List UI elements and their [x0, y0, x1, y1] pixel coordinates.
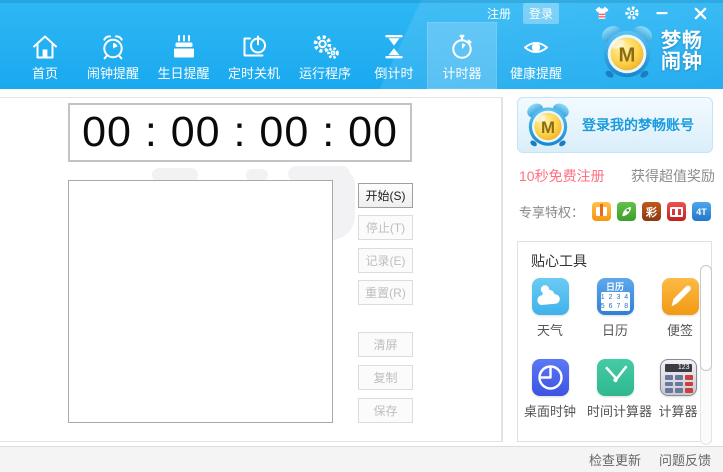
tab-alarm-reminder[interactable]: 闹钟提醒 [78, 22, 148, 89]
settings-gear-icon[interactable] [623, 4, 641, 22]
header: 注册 登录 首页 闹钟提醒 生日提醒 定时关机 运行程序 倒计时 计时器 健康提… [0, 0, 723, 89]
mengchang-clock-icon: M [601, 26, 653, 78]
tab-birthday-reminder[interactable]: 生日提醒 [148, 22, 219, 89]
titlebar: 注册 登录 [481, 2, 709, 24]
tool-desktop-clock[interactable]: 桌面时钟 [522, 359, 578, 420]
tool-weather[interactable]: 天气 [522, 278, 578, 339]
tab-label: 定时关机 [227, 66, 280, 81]
register-link[interactable]: 注册 [481, 3, 517, 24]
record-button[interactable]: 记录(E) [358, 248, 413, 273]
shutdown-icon [243, 35, 266, 57]
hourglass-icon [385, 35, 403, 59]
promo-row: 10秒免费注册 获得超值奖励 [519, 166, 715, 186]
stopwatch-icon [452, 34, 472, 59]
content-area: 00 : 00 : 00 : 00 开始(S) 停止(T) 记录(E) 重置(R… [0, 89, 723, 446]
rocket-green-icon[interactable] [617, 202, 637, 221]
tool-time-calculator[interactable]: 时间计算器 [587, 359, 653, 420]
weather-icon [531, 278, 569, 315]
reward-text: 获得超值奖励 [631, 168, 715, 184]
tool-label: 时间计算器 [587, 404, 653, 419]
tool-label: 日历 [601, 323, 628, 338]
clear-button[interactable]: 清屏 [358, 332, 413, 357]
tools-title: 贴心工具 [531, 253, 587, 269]
lap-record-list[interactable] [68, 180, 333, 423]
minimize-icon[interactable] [653, 4, 671, 22]
mengchang-clock-icon: M [527, 103, 569, 147]
divider [502, 97, 503, 442]
tab-countdown[interactable]: 倒计时 [361, 22, 427, 89]
svg-text:M: M [541, 118, 555, 137]
tool-label: 桌面时钟 [523, 404, 576, 419]
reset-button[interactable]: 重置(R) [358, 280, 413, 305]
notes-pencil-icon [661, 278, 699, 315]
app-window: 注册 登录 首页 闹钟提醒 生日提醒 定时关机 运行程序 倒计时 计时器 健康提… [0, 0, 723, 472]
handy-tools-panel: 贴心工具 天气 日历 1 2 3 4 5 6 7 8 日历 便签 桌面时钟 时间… [517, 241, 712, 442]
copy-button[interactable]: 复制 [358, 365, 413, 390]
tab-health-reminder[interactable]: 健康提醒 [497, 22, 575, 89]
tab-scheduled-shutdown[interactable]: 定时关机 [219, 22, 289, 89]
tab-label: 健康提醒 [509, 66, 562, 81]
privileges-label: 专享特权： [519, 205, 585, 220]
tab-label: 闹钟提醒 [86, 66, 139, 81]
tab-label: 计时器 [442, 66, 482, 81]
app-logo: M 梦畅 闹钟 [598, 23, 703, 81]
tool-label: 计算器 [658, 404, 698, 419]
home-icon [33, 35, 57, 59]
close-icon[interactable] [691, 4, 709, 22]
free-register-link[interactable]: 10秒免费注册 [519, 166, 605, 186]
tab-label: 运行程序 [298, 66, 351, 81]
gift-orange-icon[interactable] [592, 202, 612, 221]
calendar-icon: 日历 1 2 3 4 5 6 7 8 [596, 278, 634, 315]
login-link[interactable]: 登录 [522, 2, 559, 24]
save-button[interactable]: 保存 [358, 398, 413, 423]
start-button[interactable]: 开始(S) [358, 183, 413, 208]
check-update-link[interactable]: 检查更新 [589, 450, 641, 469]
tool-calendar[interactable]: 日历 1 2 3 4 5 6 7 8 日历 [587, 278, 643, 339]
account-login-button[interactable]: M 登录我的梦畅账号 [517, 97, 713, 153]
lottery-icon[interactable]: 彩 [642, 202, 662, 221]
cloud-4t-icon[interactable]: 4T [692, 202, 712, 221]
alarm-icon [103, 35, 123, 60]
time-calculator-icon [596, 359, 634, 396]
gears-icon [313, 35, 339, 59]
privileges-row: 专享特权： 彩 4T [519, 202, 717, 221]
calculator-icon: 123 [659, 359, 697, 396]
timer-display: 00 : 00 : 00 : 00 [68, 103, 412, 162]
status-bar: 检查更新 问题反馈 [0, 446, 723, 472]
stop-button[interactable]: 停止(T) [358, 215, 413, 240]
tab-label: 倒计时 [374, 66, 414, 81]
gift-red-icon[interactable] [667, 202, 687, 221]
tab-timer[interactable]: 计时器 [427, 22, 497, 89]
feedback-link[interactable]: 问题反馈 [659, 450, 711, 469]
tab-label: 生日提醒 [157, 66, 210, 81]
birthday-cake-icon [173, 35, 194, 58]
tool-calculator[interactable]: 123 计算器 [650, 359, 706, 420]
tab-label: 首页 [31, 66, 58, 81]
eye-icon [524, 42, 548, 53]
svg-text:M: M [619, 45, 636, 67]
login-account-label: 登录我的梦畅账号 [582, 117, 694, 133]
tab-run-program[interactable]: 运行程序 [289, 22, 361, 89]
app-title: 梦畅 闹钟 [661, 30, 703, 73]
tab-home[interactable]: 首页 [12, 22, 78, 89]
skin-icon[interactable] [593, 4, 611, 22]
desktop-clock-icon [531, 359, 569, 396]
tool-label: 天气 [536, 323, 563, 338]
scrollbar-thumb[interactable] [700, 265, 712, 371]
toolbar: 首页 闹钟提醒 生日提醒 定时关机 运行程序 倒计时 计时器 健康提醒 [12, 22, 575, 89]
